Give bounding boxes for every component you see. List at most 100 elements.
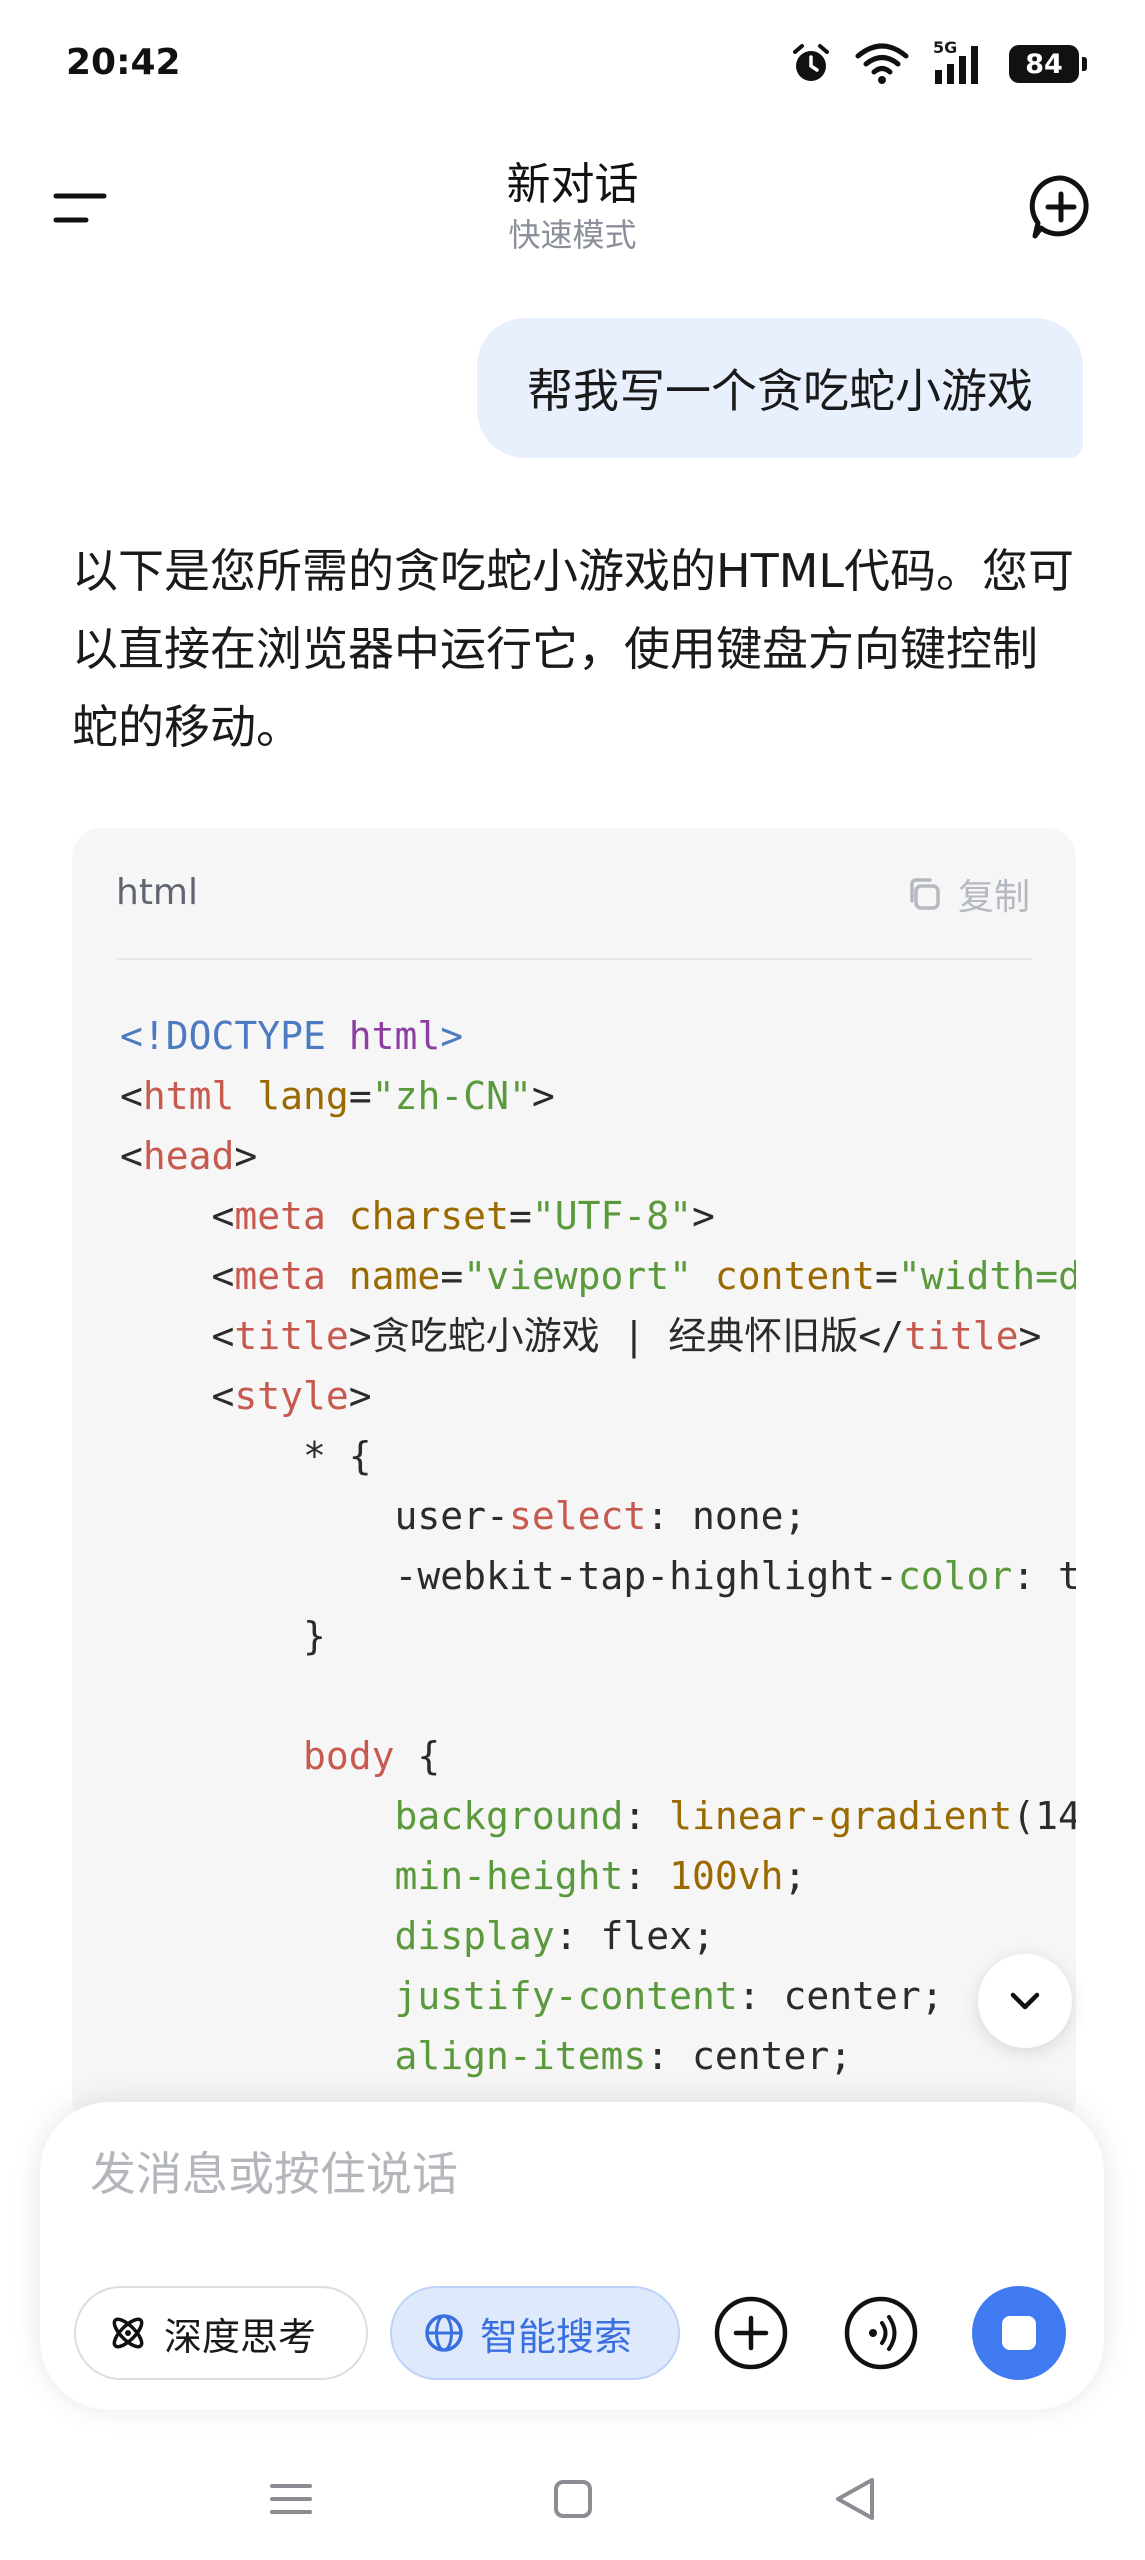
add-attachment-button[interactable] bbox=[710, 2292, 792, 2374]
home-square-icon bbox=[554, 2480, 592, 2518]
back-triangle-icon bbox=[836, 2478, 874, 2520]
battery-indicator: 84 bbox=[1009, 45, 1087, 83]
nav-recents-button[interactable] bbox=[256, 2464, 326, 2534]
page-title: 新对话 bbox=[506, 159, 639, 210]
copy-icon bbox=[910, 878, 940, 910]
deep-think-label: 深度思考 bbox=[164, 2314, 317, 2359]
code-token: 100vh bbox=[669, 1854, 784, 1898]
code-divider bbox=[116, 958, 1032, 960]
voice-wave-icon bbox=[844, 2296, 918, 2370]
code-token: display bbox=[394, 1914, 555, 1958]
code-line: display: flex; bbox=[120, 1906, 1076, 1966]
code-token: < bbox=[120, 1134, 143, 1178]
code-token: -webkit-tap-highlight- bbox=[120, 1554, 898, 1598]
code-token: style bbox=[234, 1374, 349, 1418]
code-line: <meta name="viewport" content="width=d bbox=[120, 1246, 1077, 1306]
code-token: = bbox=[875, 1254, 898, 1298]
code-token: : center; bbox=[737, 1974, 944, 2018]
globe-icon bbox=[425, 2314, 463, 2352]
code-token: align-items bbox=[394, 2034, 647, 2078]
code-token: justify-content bbox=[394, 1974, 738, 2018]
code-token: color bbox=[897, 1554, 1013, 1598]
code-token: meta bbox=[234, 1254, 326, 1298]
deep-think-icon bbox=[112, 2317, 144, 2349]
code-line: justify-content: center; bbox=[120, 1966, 1076, 2026]
code-language-label: html bbox=[116, 872, 199, 913]
code-token: charset bbox=[348, 1194, 509, 1238]
code-token: > bbox=[348, 1374, 372, 1418]
code-token: background bbox=[394, 1794, 624, 1838]
status-bar: 20:42 5G 84 bbox=[0, 0, 1145, 130]
code-token: > bbox=[531, 1074, 555, 1118]
voice-call-button[interactable] bbox=[840, 2292, 922, 2374]
code-line: <head> bbox=[120, 1126, 1076, 1186]
message-composer: 深度思考 智能搜索 bbox=[40, 2102, 1104, 2410]
code-token: > bbox=[440, 1014, 464, 1058]
chevron-down-icon bbox=[1010, 1992, 1040, 2010]
code-token: title bbox=[234, 1314, 349, 1358]
code-token: : flex; bbox=[554, 1914, 715, 1958]
code-token: html bbox=[348, 1014, 441, 1058]
code-token: { bbox=[394, 1734, 441, 1778]
message-input[interactable] bbox=[88, 2146, 992, 2202]
code-block: html 复制 <!DOCTYPE html> <html lang="zh-CN… bbox=[72, 828, 1076, 2128]
cellular-signal-icon: 5G bbox=[931, 38, 987, 86]
code-token: min-height bbox=[394, 1854, 624, 1898]
code-token: linear-gradient bbox=[669, 1794, 1013, 1838]
code-token: user- bbox=[120, 1494, 509, 1538]
code-token: : bbox=[623, 1794, 670, 1838]
code-line: background: linear-gradient(14 bbox=[120, 1786, 1076, 1846]
code-token: (14 bbox=[1012, 1794, 1076, 1838]
ai-response-text: 以下是您所需的贪吃蛇小游戏的HTML代码。您可以直接在浏览器中运行它，使用键盘方… bbox=[72, 544, 1075, 754]
code-token: "viewport" bbox=[463, 1254, 692, 1298]
code-token: > bbox=[1018, 1314, 1042, 1358]
stop-generating-button[interactable] bbox=[972, 2286, 1066, 2380]
plus-circle-icon bbox=[714, 2296, 788, 2370]
code-token: > bbox=[234, 1134, 258, 1178]
stop-icon bbox=[1002, 2316, 1036, 2350]
code-token: select bbox=[508, 1494, 647, 1538]
code-line: body { bbox=[120, 1726, 1076, 1786]
deep-think-toggle[interactable]: 深度思考 bbox=[74, 2286, 368, 2380]
code-line: <meta charset="UTF-8"> bbox=[120, 1186, 1076, 1246]
copy-code-button[interactable]: 复制 bbox=[904, 868, 1030, 920]
code-token: "width=d bbox=[897, 1254, 1076, 1298]
nav-home-button[interactable] bbox=[538, 2464, 608, 2534]
code-line: user-select: none; bbox=[120, 1486, 1076, 1546]
code-token: <!DOCTYPE bbox=[120, 1014, 349, 1058]
code-line: <html lang="zh-CN"> bbox=[120, 1066, 1076, 1126]
code-token: html bbox=[142, 1074, 235, 1118]
code-token: : bbox=[623, 1854, 670, 1898]
code-line: } bbox=[120, 1606, 1076, 1666]
code-token: title bbox=[904, 1314, 1019, 1358]
code-token: < bbox=[120, 1374, 235, 1418]
code-token: "zh-CN" bbox=[371, 1074, 532, 1118]
header: 新对话 快速模式 bbox=[0, 140, 1145, 270]
code-line: <style> bbox=[120, 1366, 1076, 1426]
code-line: align-items: center; bbox=[120, 2026, 1076, 2086]
mode-subtitle: 快速模式 bbox=[508, 216, 637, 254]
scroll-to-bottom-button[interactable] bbox=[978, 1954, 1072, 2048]
smart-search-toggle[interactable]: 智能搜索 bbox=[390, 2286, 680, 2380]
code-line: <!DOCTYPE html> bbox=[120, 1006, 1076, 1066]
code-token: = bbox=[440, 1254, 464, 1298]
code-token: } bbox=[120, 1614, 326, 1658]
nav-back-button[interactable] bbox=[820, 2464, 890, 2534]
code-token: = bbox=[508, 1194, 532, 1238]
battery-level: 84 bbox=[1025, 48, 1063, 80]
code-token: > bbox=[692, 1194, 715, 1238]
code-token: name bbox=[348, 1254, 441, 1298]
code-token: body bbox=[303, 1734, 395, 1778]
code-token: : t bbox=[1012, 1554, 1076, 1598]
code-token: content bbox=[714, 1254, 876, 1298]
new-chat-button[interactable] bbox=[1021, 168, 1101, 248]
code-token: meta bbox=[234, 1194, 326, 1238]
smart-search-label: 智能搜索 bbox=[480, 2314, 633, 2359]
